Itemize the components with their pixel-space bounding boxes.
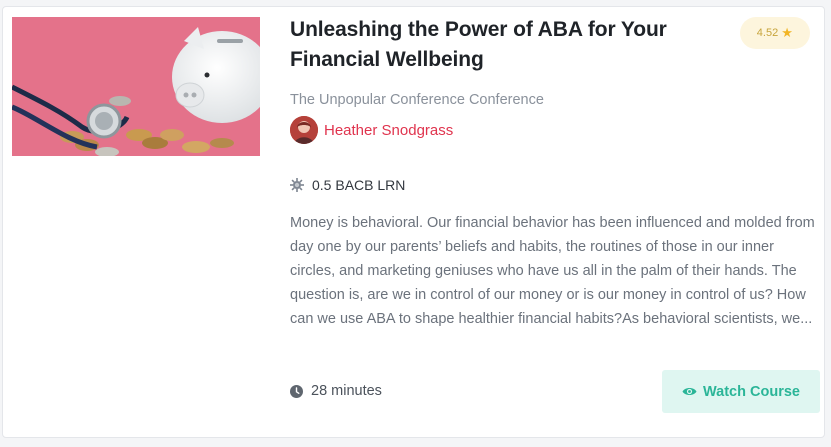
conference-name[interactable]: The Unpopular Conference Conference (290, 92, 544, 108)
duration: 28 minutes (290, 383, 382, 399)
clock-icon (290, 384, 303, 398)
course-description: Money is behavioral. Our financial behav… (290, 215, 815, 327)
credits-label: 0.5 BACB LRN (312, 177, 406, 193)
credits: 0.5 BACB LRN (290, 177, 405, 193)
course-thumbnail[interactable] (12, 17, 260, 156)
course-card: Unleashing the Power of ABA for Your Fin… (2, 6, 825, 438)
avatar (290, 116, 318, 144)
eye-icon (682, 387, 697, 396)
author-name[interactable]: Heather Snodgrass (324, 122, 453, 139)
gear-badge-icon (290, 178, 304, 192)
watch-course-button[interactable]: Watch Course (662, 370, 820, 413)
author[interactable]: Heather Snodgrass (290, 115, 453, 145)
piggy-bank-image (12, 17, 260, 156)
duration-label: 28 minutes (311, 383, 382, 399)
watch-course-label: Watch Course (703, 383, 800, 400)
